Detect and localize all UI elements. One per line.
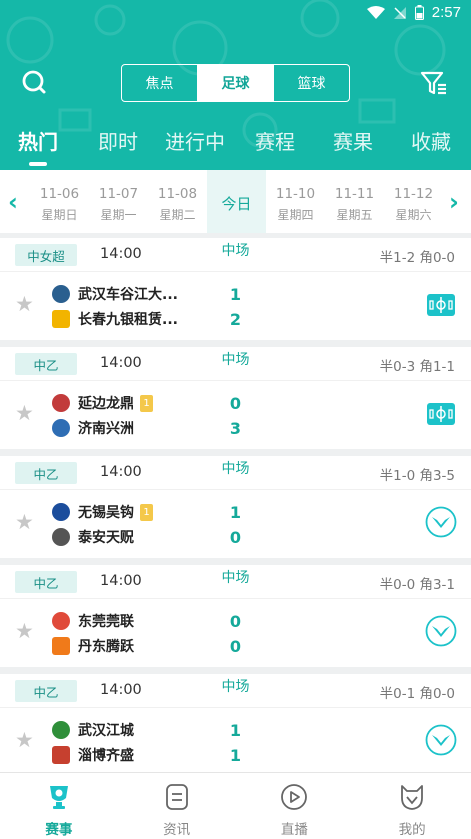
- segment-football[interactable]: 足球: [197, 65, 273, 101]
- animation-icon[interactable]: [425, 724, 457, 756]
- nav-events[interactable]: 赛事: [0, 773, 118, 839]
- search-button[interactable]: [18, 66, 52, 100]
- animation-icon[interactable]: [425, 506, 457, 538]
- tab-hot[interactable]: 热门: [18, 126, 58, 155]
- category-tabs: 热门 即时 进行中 赛程 赛果 收藏: [0, 120, 471, 170]
- top-bar: 焦点 足球 篮球: [0, 64, 471, 104]
- chevron-right-icon[interactable]: ›: [449, 188, 459, 216]
- date-item[interactable]: 11-08 星期二: [148, 170, 207, 233]
- segment-basketball[interactable]: 篮球: [273, 65, 349, 101]
- date-item-today[interactable]: 今日: [207, 170, 266, 233]
- home-score: 1: [229, 503, 242, 522]
- tab-instant[interactable]: 即时: [98, 126, 138, 155]
- home-score: 0: [229, 394, 242, 413]
- match-card[interactable]: 中女超 14:00 中场 半1-2 角0-0 ★ 武汉车谷江大... 长春九银租…: [0, 238, 471, 340]
- home-score: 1: [229, 285, 242, 304]
- bottom-nav: 赛事 资讯 直播 我的: [0, 772, 471, 839]
- filter-icon: [420, 71, 446, 95]
- away-score: 0: [229, 637, 242, 656]
- play-circle-icon: [281, 784, 308, 810]
- date-item[interactable]: 11-10 星期四: [266, 170, 325, 233]
- sport-segment: 焦点 足球 篮球: [121, 64, 350, 102]
- match-card[interactable]: 中乙 14:00 中场 半0-0 角3-1 ★ 东莞莞联 丹东腾跃 0 0: [0, 565, 471, 667]
- away-score: 1: [229, 746, 242, 765]
- chevron-left-icon[interactable]: ‹: [8, 188, 18, 216]
- live-video-icon[interactable]: [427, 403, 455, 425]
- wifi-icon: [366, 5, 385, 19]
- tab-in-progress[interactable]: 进行中: [165, 126, 225, 155]
- status-bar: 2:57: [0, 0, 471, 26]
- tab-results[interactable]: 赛果: [333, 126, 373, 155]
- half-corner-stats: 半0-3 角1-1: [379, 359, 455, 375]
- news-icon: [165, 784, 188, 810]
- battery-icon: [414, 5, 424, 20]
- tab-indicator: [29, 162, 47, 166]
- away-score: 2: [229, 310, 242, 329]
- header: 2:57 焦点 足球 篮球 热门 即时 进行中 赛程 赛果 收藏: [0, 0, 471, 170]
- search-icon: [22, 70, 46, 94]
- no-signal-icon: [393, 6, 406, 19]
- home-score: 0: [229, 612, 242, 631]
- match-card[interactable]: 中乙 14:00 中场 半1-0 角3-5 ★ 无锡吴钩 1 泰安天贶 1 0: [0, 456, 471, 558]
- date-item[interactable]: 11-12 星期六: [384, 170, 443, 233]
- date-item[interactable]: 11-06 星期日: [30, 170, 89, 233]
- animation-icon[interactable]: [425, 615, 457, 647]
- nav-profile[interactable]: 我的: [353, 773, 471, 839]
- tab-favorites[interactable]: 收藏: [411, 126, 451, 155]
- date-item[interactable]: 11-07 星期一: [89, 170, 148, 233]
- match-card[interactable]: 中乙 14:00 中场 半0-3 角1-1 ★ 延边龙鼎 1 济南兴洲 0 3: [0, 347, 471, 449]
- half-corner-stats: 半0-1 角0-0: [379, 686, 455, 702]
- date-item[interactable]: 11-11 星期五: [325, 170, 384, 233]
- nav-news[interactable]: 资讯: [118, 773, 236, 839]
- match-card[interactable]: 中乙 14:00 中场 半0-1 角0-0 ★ 武汉江城 淄博齐盛 1 1: [0, 674, 471, 776]
- segment-focus[interactable]: 焦点: [122, 65, 197, 101]
- home-score: 1: [229, 721, 242, 740]
- half-corner-stats: 半1-0 角3-5: [379, 468, 455, 484]
- nav-live[interactable]: 直播: [236, 773, 354, 839]
- filter-button[interactable]: [417, 66, 451, 100]
- status-time: 2:57: [431, 4, 461, 21]
- trophy-icon: [49, 786, 68, 809]
- away-score: 3: [229, 419, 242, 438]
- half-corner-stats: 半1-2 角0-0: [379, 250, 455, 266]
- date-strip: ‹ 11-06 星期日 11-07 星期一 11-08 星期二 今日 11-10…: [0, 170, 471, 233]
- profile-mascot-icon: [401, 785, 424, 810]
- away-score: 0: [229, 528, 242, 547]
- live-video-icon[interactable]: [427, 294, 455, 316]
- tab-schedule[interactable]: 赛程: [255, 126, 295, 155]
- half-corner-stats: 半0-0 角3-1: [379, 577, 455, 593]
